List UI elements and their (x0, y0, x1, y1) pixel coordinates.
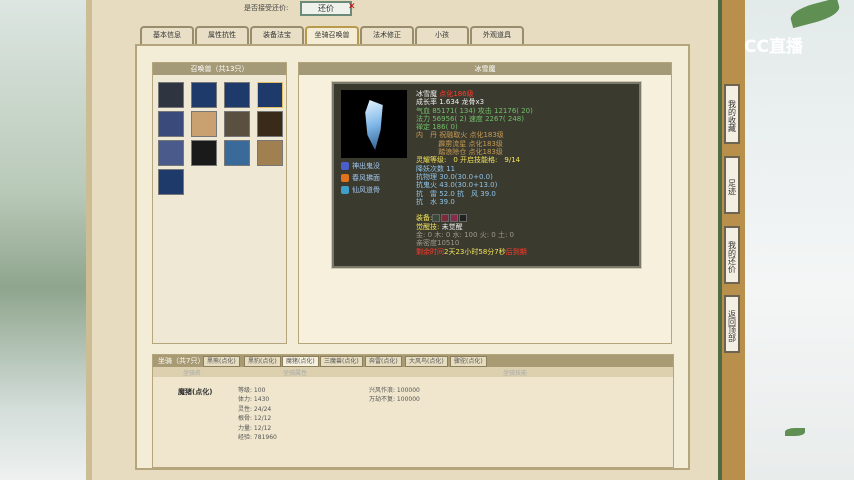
tab-equipment[interactable]: 装备法宝 (250, 26, 304, 44)
skill-item[interactable]: 神出鬼没 (341, 161, 380, 171)
mount-tabs: 坐骑（共7只） 黑熊(点化) 黑豹(点化) 魔猪(点化) 三魔兽(点化) 奔雷(… (153, 355, 673, 367)
sidebar-my-bargains[interactable]: 我的还价 (724, 226, 740, 284)
tab-children[interactable]: 小孩 (415, 26, 469, 44)
leaf-decoration (788, 0, 842, 29)
tab-basic-info[interactable]: 基本信息 (140, 26, 194, 44)
equipment-icon[interactable] (432, 214, 441, 223)
mount-tab[interactable]: 黑熊(点化) (203, 356, 240, 367)
pet-slot[interactable] (257, 82, 283, 108)
pet-detail-title: 冰雪魔 (299, 63, 671, 75)
skill-icon (341, 174, 349, 182)
mount-tab[interactable]: 骤驼(点化) (450, 356, 487, 367)
pet-slot[interactable] (191, 140, 217, 166)
bargain-button[interactable]: 还价 (300, 1, 352, 16)
skill-item[interactable]: 春风拂面 (341, 173, 380, 183)
mount-name: 魔猪(点化) (178, 388, 213, 396)
scenic-background-right: CC直播 (717, 0, 854, 480)
pet-stats: 冰雪魔 点化186级 成长率 1.634 龙骨x3 气血 85171( 134)… (416, 90, 533, 256)
ice-demon-image (365, 100, 383, 150)
pet-slot[interactable] (224, 140, 250, 166)
pet-slot[interactable] (257, 111, 283, 137)
mount-count-label: 坐骑（共7只） (155, 356, 208, 367)
pet-slot[interactable] (158, 82, 184, 108)
sidebar-back-to-top[interactable]: 返回顶部 (724, 295, 740, 353)
tab-spell-mods[interactable]: 法术修正 (360, 26, 414, 44)
equipment-icon[interactable] (450, 214, 459, 223)
sidebar-history[interactable]: 足迹 (724, 156, 740, 214)
skill-icon (341, 162, 349, 170)
sidebar-favorites[interactable]: 我的收藏 (724, 84, 740, 144)
pet-portrait (341, 90, 407, 158)
pet-slot[interactable] (224, 82, 250, 108)
pet-slot[interactable] (158, 111, 184, 137)
pet-slot[interactable] (224, 111, 250, 137)
mount-table-header: 坐骑名 坐骑属性 坐骑技能 (153, 367, 673, 377)
mount-skills: 兴风作浪: 100000 万劫不复: 100000 (369, 387, 420, 404)
tab-appearance[interactable]: 外观道具 (470, 26, 524, 44)
pet-list-title: 召唤兽（共13只） (153, 63, 286, 75)
mount-tab[interactable]: 奔雷(点化) (365, 356, 402, 367)
pet-slot[interactable] (257, 140, 283, 166)
scenic-background-left (0, 0, 86, 480)
pet-slot[interactable] (191, 82, 217, 108)
pet-slot[interactable] (158, 140, 184, 166)
mount-tab[interactable]: 大风鸟(点化) (405, 356, 448, 367)
pet-slot[interactable] (191, 111, 217, 137)
tab-mounts-pets[interactable]: 坐骑召唤兽 (305, 26, 359, 44)
pet-info-card: 神出鬼没 春风拂面 仙风道骨 冰雪魔 点化186级 成长率 1.634 龙骨x3… (332, 82, 641, 268)
bargain-label: 是否接受还价: (244, 4, 289, 12)
close-icon[interactable]: ✕ (348, 2, 356, 12)
skill-item[interactable]: 仙风道骨 (341, 185, 380, 195)
mount-tab[interactable]: 三魔兽(点化) (320, 356, 363, 367)
tab-attributes[interactable]: 属性抗性 (195, 26, 249, 44)
equipment-slot-empty (459, 214, 468, 223)
leaf-decoration (785, 428, 805, 436)
mount-panel: 坐骑（共7只） 黑熊(点化) 黑豹(点化) 魔猪(点化) 三魔兽(点化) 奔雷(… (152, 354, 674, 468)
equipment-icon[interactable] (441, 214, 450, 223)
pet-slot[interactable] (158, 169, 184, 195)
mount-tab[interactable]: 魔猪(点化) (282, 356, 319, 367)
mount-tab[interactable]: 黑豹(点化) (244, 356, 281, 367)
skill-icon (341, 186, 349, 194)
mount-attributes: 等级: 100 体力: 1430 灵性: 24/24 根骨: 12/12 力量: 12/… (238, 387, 277, 442)
